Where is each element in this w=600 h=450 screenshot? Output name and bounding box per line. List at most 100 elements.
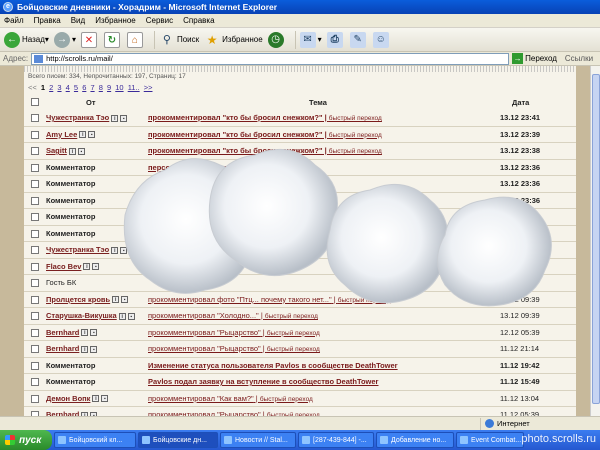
info-icon[interactable]: i <box>81 345 89 353</box>
back-button[interactable]: ← Назад ▾ <box>4 31 49 48</box>
mail-button[interactable]: ✉ ▾ <box>299 31 322 48</box>
row-checkbox[interactable] <box>31 246 39 254</box>
taskbar-item[interactable]: Добавление но... <box>376 432 454 448</box>
camera-icon[interactable]: ▪ <box>101 395 109 403</box>
sender-name[interactable]: Amy Lee i ▪ <box>46 130 96 139</box>
sender-name[interactable]: Чужестранка Тэо i ▪ <box>46 245 128 254</box>
row-checkbox[interactable] <box>31 328 39 337</box>
taskbar-item[interactable]: [287-439-844] -... <box>298 432 374 448</box>
row-checkbox[interactable] <box>31 361 39 370</box>
row-checkbox[interactable] <box>31 114 39 122</box>
fast-link[interactable]: быстрый переход <box>329 148 382 155</box>
refresh-button[interactable]: ↻ <box>103 31 122 48</box>
row-checkbox[interactable] <box>31 163 39 172</box>
camera-icon[interactable]: ▪ <box>92 263 100 271</box>
message-topic[interactable]: прокомментировал "кто бы бросил снежком?… <box>148 113 382 122</box>
row-checkbox[interactable] <box>31 295 39 304</box>
menu-view[interactable]: Вид <box>71 16 85 25</box>
pager-link[interactable]: 2 <box>49 83 53 92</box>
edit-button[interactable]: ✎ <box>349 31 368 48</box>
fast-link[interactable]: быстрый переход <box>329 132 382 139</box>
message-topic[interactable]: прокомментировал "Рыцарство" | быстрый п… <box>148 328 320 337</box>
info-icon[interactable]: i <box>111 114 119 122</box>
sender-name[interactable]: Bernhard i ▪ <box>46 328 98 337</box>
history-button[interactable]: ◷ <box>267 31 286 48</box>
row-checkbox[interactable] <box>31 312 39 320</box>
message-topic[interactable]: прокомментировал "кто бы бросил снежком?… <box>148 146 382 155</box>
camera-icon[interactable]: ▪ <box>120 246 128 254</box>
row-checkbox[interactable] <box>31 213 39 221</box>
info-icon[interactable]: i <box>118 312 126 320</box>
info-icon[interactable]: i <box>81 329 89 337</box>
fast-link[interactable]: быстрый переход <box>338 297 391 304</box>
info-icon[interactable]: i <box>92 395 100 403</box>
start-button[interactable]: пуск <box>0 430 52 450</box>
row-checkbox[interactable] <box>31 262 39 271</box>
stop-button[interactable]: ✕ <box>80 31 99 48</box>
camera-icon[interactable]: ▪ <box>88 131 96 139</box>
info-icon[interactable]: i <box>79 131 87 139</box>
address-input[interactable]: http://scrolls.ru/mail/ <box>31 52 510 65</box>
fast-link[interactable]: быстрый переход <box>260 396 313 403</box>
row-checkbox[interactable] <box>31 130 39 139</box>
message-topic[interactable]: прокомментировал фото "Птц... почему так… <box>148 295 391 304</box>
search-button[interactable]: ⚲ Поиск <box>159 32 199 48</box>
fast-link[interactable]: быстрый переход <box>329 115 382 122</box>
camera-icon[interactable]: ▪ <box>127 312 135 320</box>
taskbar-item[interactable]: Новости // Stal... <box>220 432 296 448</box>
message-topic[interactable]: Pavlos подал заявку на вступление в сооб… <box>148 377 378 386</box>
sender-name[interactable]: Демон Вопк i ▪ <box>46 394 109 403</box>
print-button[interactable]: ⎙ <box>326 31 345 48</box>
message-topic[interactable]: Изменение статуса пользователя Pavlos в … <box>148 361 398 370</box>
sender-name[interactable]: Flaco Bev i ▪ <box>46 262 100 271</box>
links-toolbar[interactable]: Ссылки <box>565 54 593 63</box>
favorites-button[interactable]: ★ Избранное <box>204 32 263 48</box>
message-topic[interactable]: прокомментировал "Как вам?" | быстрый пе… <box>148 394 313 403</box>
sender-name[interactable]: Чужестранка Тэо i ▪ <box>46 113 128 122</box>
camera-icon[interactable]: ▪ <box>77 147 85 155</box>
row-checkbox[interactable] <box>31 345 39 353</box>
row-checkbox[interactable] <box>31 229 39 238</box>
info-icon[interactable]: i <box>112 296 120 304</box>
message-topic[interactable]: Вас снежок. <box>148 179 192 188</box>
menu-help[interactable]: Справка <box>183 16 214 25</box>
sender-name[interactable]: Старушка-Викушка i ▪ <box>46 311 135 320</box>
message-topic[interactable]: прокомментировал "кто бы бросил снежком?… <box>148 130 382 139</box>
info-icon[interactable]: i <box>68 147 76 155</box>
fast-link[interactable]: быстрый переход <box>267 330 320 337</box>
pager-link[interactable]: 9 <box>107 83 111 92</box>
pager-link[interactable]: 3 <box>57 83 61 92</box>
info-icon[interactable]: i <box>83 263 91 271</box>
pager-link[interactable]: 6 <box>82 83 86 92</box>
pager-link[interactable]: 4 <box>66 83 70 92</box>
home-button[interactable]: ⌂ <box>126 31 145 48</box>
camera-icon[interactable]: ▪ <box>120 114 128 122</box>
messenger-button[interactable]: ☺ <box>372 31 391 48</box>
camera-icon[interactable]: ▪ <box>90 329 98 337</box>
fast-link[interactable]: быстрый переход <box>265 313 318 320</box>
pager-next[interactable]: >> <box>144 83 153 92</box>
pager-link[interactable]: 5 <box>74 83 78 92</box>
vertical-scrollbar[interactable] <box>590 66 600 416</box>
menu-favorites[interactable]: Избранное <box>95 16 136 25</box>
row-checkbox[interactable] <box>31 180 39 188</box>
info-icon[interactable]: i <box>111 246 119 254</box>
menu-file[interactable]: Файл <box>4 16 24 25</box>
row-checkbox[interactable] <box>31 394 39 403</box>
sender-name[interactable]: Пролцется кровь i ▪ <box>46 295 129 304</box>
pager-prev[interactable]: << <box>28 83 37 92</box>
menu-tools[interactable]: Сервис <box>146 16 173 25</box>
row-checkbox[interactable] <box>31 196 39 205</box>
fast-link[interactable]: быстрый переход <box>267 346 320 353</box>
message-topic[interactable]: прокомментировал "Рыцарство" | быстрый п… <box>148 344 320 353</box>
taskbar-item[interactable]: Event Combat... <box>456 432 524 448</box>
sender-name[interactable]: Bernhard i ▪ <box>46 344 98 353</box>
sender-name[interactable]: Sagitt i ▪ <box>46 146 85 155</box>
row-checkbox[interactable] <box>31 147 39 155</box>
camera-icon[interactable]: ▪ <box>90 345 98 353</box>
pager-link[interactable]: 7 <box>90 83 94 92</box>
message-topic[interactable]: прокомментировал "Холодно..." | быстрый … <box>148 311 318 320</box>
go-button[interactable]: → Переход <box>512 53 557 64</box>
message-topic[interactable]: персонаж Повелитель... Вас снежок. <box>148 163 284 172</box>
scroll-thumb[interactable] <box>592 74 600 404</box>
